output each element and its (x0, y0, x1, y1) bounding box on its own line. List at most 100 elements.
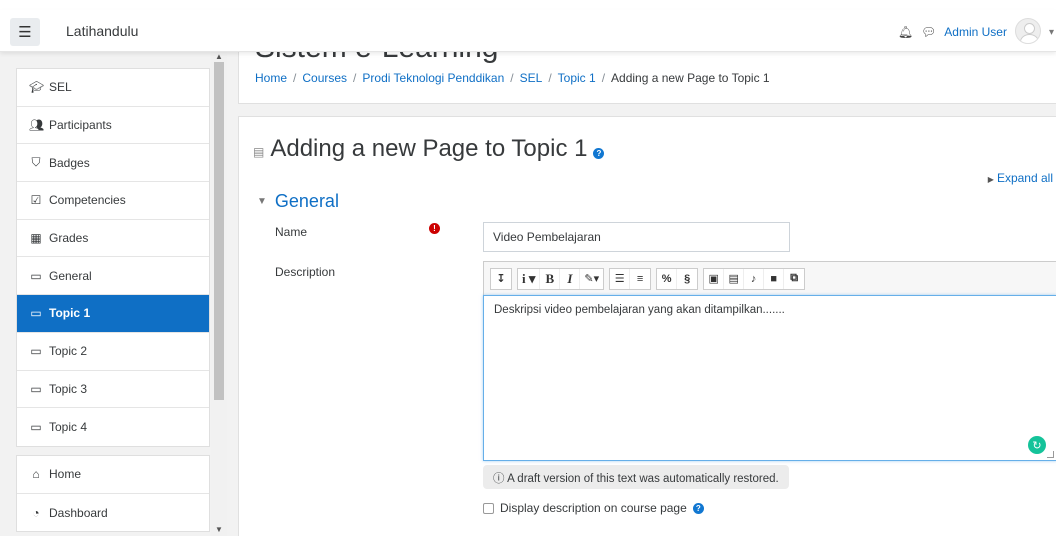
bell-icon[interactable]: 🔔︎ (898, 25, 913, 39)
sidebar-item-participants[interactable]: 👥︎ Participants (17, 107, 209, 145)
editor-toolbar: ↧ i ▾ B I ✎▾ ☰ ≡ % § ▣ ▤ ♪ ■ ⧉ (483, 261, 1056, 295)
expand-all-link[interactable]: ▶ Expand all (988, 171, 1053, 185)
breadcrumb-separator: / (548, 71, 552, 85)
toolbar-group-list: ☰ ≡ (609, 267, 652, 290)
folder-icon: ▭ (30, 344, 42, 359)
sidebar-item-badges[interactable]: ⛉ Badges (17, 144, 209, 183)
toolbar-group-collapse: ↧ (490, 267, 512, 290)
description-editor: ↧ i ▾ B I ✎▾ ☰ ≡ % § ▣ ▤ ♪ ■ ⧉ Deskripsi… (483, 261, 1056, 461)
sidebar-item-competencies[interactable]: ☑ Competencies (17, 182, 209, 220)
user-name[interactable]: Admin User (944, 25, 1007, 39)
section-general-toggle[interactable]: ▼ General (257, 191, 339, 212)
help-icon[interactable]: ? (593, 147, 605, 159)
breadcrumb-separator: / (293, 71, 297, 85)
chat-icon[interactable]: 💬︎ (921, 25, 936, 39)
expand-all-label: Expand all (996, 171, 1053, 185)
toolbar-group-media: ▣ ▤ ♪ ■ ⧉ (703, 267, 806, 290)
hamburger-icon[interactable]: ☰ (10, 18, 40, 46)
folder-icon: ▭ (30, 420, 42, 435)
page-icon: ▤ (253, 145, 265, 159)
display-description-row: Display description on course page ? (483, 501, 704, 515)
form-card: ▤ Adding a new Page to Topic 1 ? ▶ Expand… (238, 116, 1056, 536)
name-input[interactable] (483, 222, 790, 252)
sidebar-item-general[interactable]: ▭ General (17, 257, 209, 296)
user-nav: 🔔︎ 💬︎ Admin User ▾ (898, 18, 1056, 44)
help-icon[interactable]: ? (692, 502, 704, 514)
sidebar-item-label: SEL (49, 80, 72, 95)
display-description-label: Display description on course page (500, 501, 687, 515)
italic-button[interactable]: I (560, 268, 581, 289)
sidebar-item-label: Grades (49, 231, 89, 246)
description-label: Description (275, 265, 336, 279)
chevron-down-icon[interactable]: ▾ (1049, 27, 1054, 38)
resize-handle[interactable] (1047, 451, 1054, 458)
site-name[interactable]: Latihandulu (66, 23, 138, 39)
name-label: Name (275, 225, 308, 239)
record-video-button[interactable]: ■ (764, 268, 785, 289)
toolbar-group-style: i ▾ B I ✎▾ (517, 267, 605, 290)
toolbar-toggle-button[interactable]: ↧ (491, 269, 511, 289)
breadcrumb-link[interactable]: Home (255, 71, 287, 85)
sidebar-item-sel[interactable]: 🎓︎ SEL (17, 69, 209, 107)
breadcrumb-link[interactable]: SEL (520, 71, 543, 85)
sidebar-item-topic-4[interactable]: ▭ Topic 4 (17, 408, 209, 446)
scroll-up-icon[interactable]: ▲ (215, 52, 223, 61)
link-button[interactable]: % (657, 268, 678, 289)
checkbox-icon: ☑ (30, 193, 42, 208)
breadcrumb-link[interactable]: Topic 1 (558, 71, 596, 85)
sidebar-item-label: Competencies (49, 193, 126, 208)
sidebar-item-label: Home (49, 467, 82, 482)
site-nav-block: ⌂ Home ◔ Dashboard (16, 455, 210, 533)
sidebar-item-topic-1[interactable]: ▭ Topic 1 (17, 295, 209, 333)
sidebar-item-label: Participants (49, 118, 112, 133)
unlink-button[interactable]: § (677, 269, 697, 289)
top-navbar: ☰ Latihandulu 🔔︎ 💬︎ Admin User ▾ (0, 10, 1056, 52)
manage-files-button[interactable]: ⧉ (784, 269, 804, 289)
info-icon: ⓘ (493, 473, 508, 485)
bold-button[interactable]: B (540, 268, 561, 289)
breadcrumb: Home / Courses / Prodi Teknologi Penddikan / S… (255, 71, 770, 85)
graduation-cap-icon: 🎓︎ (29, 80, 45, 95)
unordered-list-button[interactable]: ☰ (610, 268, 631, 289)
sidebar-item-topic-3[interactable]: ▭ Topic 3 (17, 371, 209, 409)
required-icon: ! (429, 223, 440, 234)
scroll-down-icon[interactable]: ▼ (215, 525, 223, 534)
folder-icon: ▭ (30, 381, 42, 396)
image-button[interactable]: ▣ (704, 268, 725, 289)
breadcrumb-separator: / (601, 71, 606, 85)
draft-restored-notice: ⓘ A draft version of this text was autom… (483, 465, 789, 489)
users-icon: 👥︎ (29, 118, 45, 133)
sidebar-item-home[interactable]: ⌂ Home (17, 456, 209, 494)
paragraph-style-button[interactable]: i ▾ (518, 268, 541, 289)
page-title: ▤ Adding a new Page to Topic 1 ? (253, 135, 605, 163)
record-audio-button[interactable]: ♪ (744, 268, 765, 289)
page-title-text: Adding a new Page to Topic 1 (270, 135, 588, 162)
sidebar-item-label: Badges (49, 155, 90, 170)
sidebar-item-topic-2[interactable]: ▭ Topic 2 (17, 333, 209, 371)
grammarly-icon[interactable]: ↻ (1028, 436, 1046, 454)
breadcrumb-link[interactable]: Courses (302, 71, 347, 85)
section-title: General (274, 191, 339, 211)
caret-down-icon: ▼ (257, 196, 267, 207)
table-icon: ▦ (30, 231, 42, 246)
scroll-thumb[interactable] (214, 62, 224, 400)
description-text: Deskripsi video pembelajaran yang akan d… (494, 304, 785, 316)
draft-note-text: A draft version of this text was automat… (507, 473, 779, 485)
caret-right-icon: ▶ (987, 175, 994, 184)
breadcrumb-separator: / (353, 71, 357, 85)
sidebar-item-dashboard[interactable]: ◔ Dashboard (17, 494, 209, 532)
sidebar-scrollbar[interactable]: ▲ ▼ (211, 52, 227, 536)
brush-button[interactable]: ✎▾ (580, 269, 603, 289)
avatar[interactable] (1014, 18, 1041, 44)
breadcrumb-link[interactable]: Prodi Teknologi Penddikan (362, 71, 504, 85)
ordered-list-button[interactable]: ≡ (630, 269, 650, 289)
sidebar-item-label: Topic 4 (49, 420, 88, 435)
breadcrumb-current: Adding a new Page to Topic 1 (611, 71, 770, 85)
course-nav-block: 🎓︎ SEL 👥︎ Participants ⛉ Badges ☑ Competencies ▦… (16, 68, 210, 447)
media-button[interactable]: ▤ (724, 268, 745, 289)
description-textarea[interactable]: Deskripsi video pembelajaran yang akan d… (483, 295, 1056, 461)
shield-icon: ⛉ (31, 155, 41, 170)
display-description-checkbox[interactable] (483, 502, 494, 514)
sidebar-item-grades[interactable]: ▦ Grades (17, 220, 209, 258)
home-icon: ⌂ (32, 467, 40, 482)
